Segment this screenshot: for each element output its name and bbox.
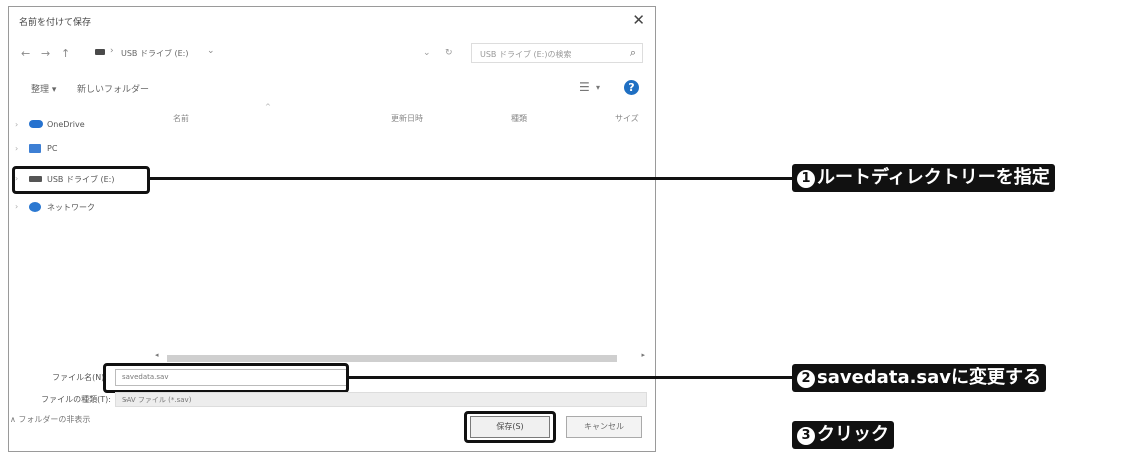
close-icon[interactable]: ✕ bbox=[632, 11, 645, 29]
callout-number: 1 bbox=[797, 170, 815, 188]
nav-item-label: PC bbox=[47, 144, 58, 153]
callout-number: 3 bbox=[797, 427, 815, 445]
chevron-right-icon[interactable]: › bbox=[15, 202, 18, 211]
scroll-thumb[interactable] bbox=[167, 355, 617, 362]
search-placeholder: USB ドライブ (E:)の検索 bbox=[480, 50, 572, 59]
address-separator: › bbox=[110, 46, 114, 56]
scroll-left-icon[interactable]: ◂ bbox=[155, 351, 159, 359]
filename-label: ファイル名(N): bbox=[52, 373, 107, 382]
usb-drive-icon bbox=[95, 49, 105, 55]
scroll-right-icon[interactable]: ▸ bbox=[641, 351, 645, 359]
filetype-label: ファイルの種類(T): bbox=[41, 395, 111, 404]
new-folder-button[interactable]: 新しいフォルダー bbox=[77, 82, 149, 95]
save-as-dialog: 名前を付けて保存 ✕ ← → ↑ › USB ドライブ (E:) ⌄ ⌄ ↻ U… bbox=[8, 6, 656, 452]
column-header-type[interactable]: 種類 bbox=[511, 113, 527, 124]
address-bar[interactable]: › USB ドライブ (E:) ⌄ bbox=[85, 43, 425, 63]
refresh-icon[interactable]: ↻ bbox=[445, 48, 453, 58]
forward-icon[interactable]: → bbox=[41, 47, 50, 60]
up-icon[interactable]: ↑ bbox=[61, 47, 70, 60]
callout-text: クリック bbox=[817, 424, 889, 445]
hide-folders-toggle[interactable]: ∧ フォルダーの非表示 bbox=[10, 414, 90, 425]
search-icon: ⌕ bbox=[629, 46, 636, 59]
pc-icon bbox=[29, 144, 41, 153]
column-header-name[interactable]: 名前 bbox=[173, 113, 189, 124]
navigation-pane: › OneDrive › PC › USB ドライブ (E:) › ネットワーク bbox=[9, 103, 155, 343]
dialog-title: 名前を付けて保存 bbox=[19, 18, 92, 28]
file-list: ^ 名前 更新日時 種類 サイズ ◂ ▸ bbox=[155, 103, 657, 362]
nav-item-label: ネットワーク bbox=[47, 203, 95, 212]
address-dropdown-icon[interactable]: ⌄ bbox=[423, 48, 431, 58]
chevron-down-icon: ⌄ bbox=[122, 394, 129, 403]
callout-number: 2 bbox=[797, 370, 815, 388]
usb-drive-highlight bbox=[12, 166, 150, 194]
callout-text: savedata.savに変更する bbox=[817, 367, 1042, 388]
nav-item-pc[interactable]: › PC bbox=[9, 141, 149, 159]
nav-item-network[interactable]: › ネットワーク bbox=[9, 199, 149, 217]
network-icon bbox=[29, 202, 41, 212]
chevron-right-icon[interactable]: › bbox=[15, 120, 18, 129]
toolbar: 整理 ▾ 新しいフォルダー ☰ ▾ ? bbox=[9, 79, 655, 99]
help-icon[interactable]: ? bbox=[624, 80, 639, 95]
nav-item-onedrive[interactable]: › OneDrive bbox=[9, 117, 149, 135]
connector-line-2 bbox=[348, 376, 793, 379]
connector-line-1 bbox=[148, 177, 793, 180]
address-row: ← → ↑ › USB ドライブ (E:) ⌄ ⌄ ↻ USB ドライブ (E:… bbox=[9, 43, 655, 65]
view-icon[interactable]: ☰ bbox=[579, 80, 590, 94]
filename-highlight bbox=[103, 363, 349, 393]
organize-button[interactable]: 整理 ▾ bbox=[31, 82, 56, 95]
sort-arrow-icon: ^ bbox=[265, 103, 271, 111]
address-history-icon[interactable]: ⌄ bbox=[207, 46, 215, 56]
chevron-right-icon[interactable]: › bbox=[15, 144, 18, 153]
callout-text: ルートディレクトリーを指定 bbox=[817, 167, 1050, 188]
callout-3: 3 クリック bbox=[792, 421, 894, 449]
search-input[interactable]: USB ドライブ (E:)の検索 ⌕ bbox=[471, 43, 643, 63]
nav-item-label: OneDrive bbox=[47, 120, 85, 129]
callout-1: 1 ルートディレクトリーを指定 bbox=[792, 164, 1055, 192]
horizontal-scrollbar[interactable]: ◂ ▸ bbox=[155, 351, 645, 363]
cancel-button[interactable]: キャンセル bbox=[566, 416, 642, 438]
column-header-size[interactable]: サイズ bbox=[615, 113, 639, 124]
address-text: USB ドライブ (E:) bbox=[121, 49, 189, 58]
cloud-icon bbox=[29, 120, 43, 128]
callout-2: 2 savedata.savに変更する bbox=[792, 364, 1047, 392]
save-button-highlight bbox=[464, 411, 556, 443]
view-dropdown-icon[interactable]: ▾ bbox=[596, 83, 600, 92]
filetype-select[interactable]: SAV ファイル (*.sav) ⌄ bbox=[115, 392, 647, 407]
back-icon[interactable]: ← bbox=[21, 47, 30, 60]
column-header-modified[interactable]: 更新日時 bbox=[391, 113, 423, 124]
